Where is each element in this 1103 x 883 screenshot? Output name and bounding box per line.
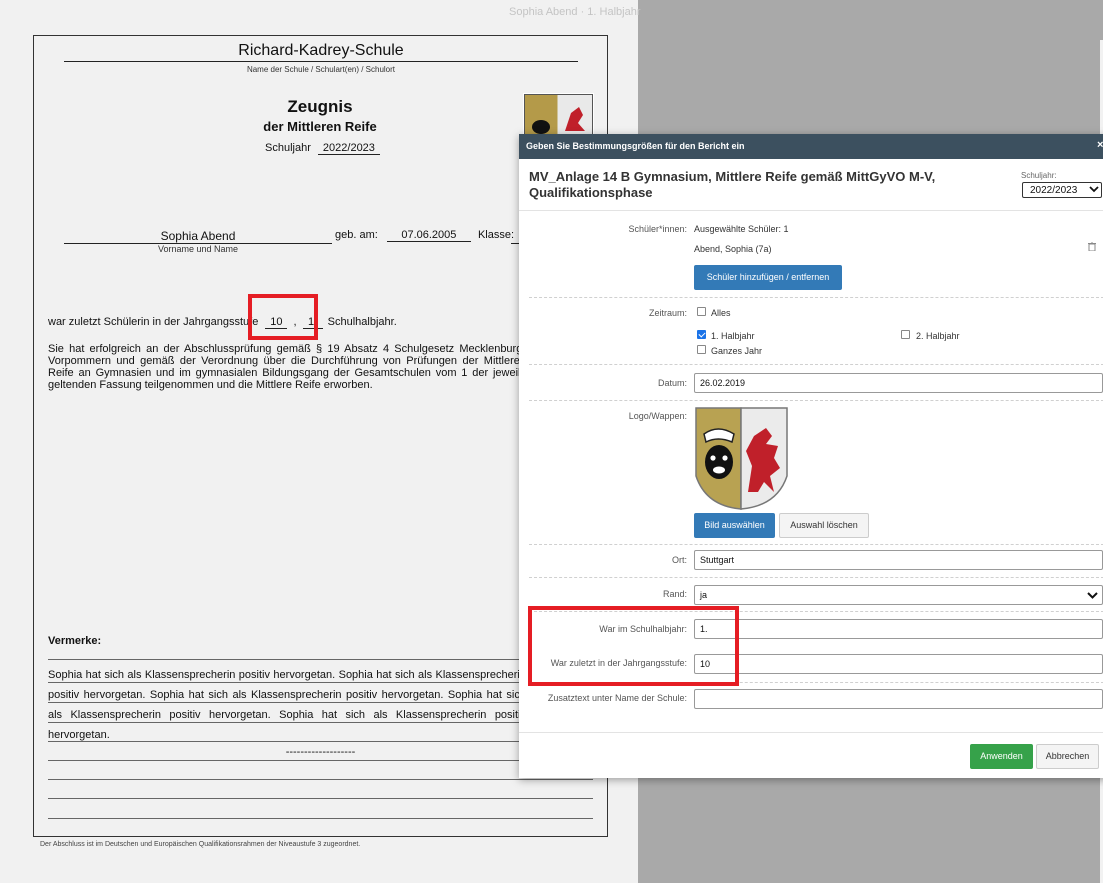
dialog-title: MV_Anlage 14 B Gymnasium, Mittlere Reife… bbox=[529, 169, 936, 200]
rand-selected-value: ja bbox=[700, 590, 708, 600]
jahrgangsstufe-input[interactable]: 10 bbox=[694, 654, 1103, 674]
schuljahr-value: 2022/2023 bbox=[317, 142, 380, 155]
chevron-down-icon bbox=[1089, 186, 1099, 193]
remarks-line bbox=[48, 741, 593, 742]
zusatztext-label: Zusatztext unter Name der Schule: bbox=[547, 693, 687, 703]
document-schuljahr: Schuljahr 2022/2023 bbox=[265, 142, 380, 155]
schueler-selected-count: Ausgewählte Schüler: 1 bbox=[694, 224, 789, 234]
checkbox-icon[interactable] bbox=[697, 330, 706, 339]
checkbox-icon[interactable] bbox=[901, 330, 910, 339]
dialog-footer-divider bbox=[519, 732, 1103, 733]
dialog-title-divider bbox=[519, 210, 1103, 211]
schueler-label: Schüler*innen: bbox=[628, 224, 687, 234]
remarks-line bbox=[48, 682, 593, 683]
remarks-line bbox=[48, 722, 593, 723]
chevron-down-icon bbox=[1087, 592, 1098, 599]
datum-label: Datum: bbox=[657, 378, 687, 388]
remarks-line bbox=[48, 818, 593, 819]
cancel-button[interactable]: Abbrechen bbox=[1036, 744, 1099, 769]
jahrgang-sentence: war zuletzt Schülerin in der Jahrgangsst… bbox=[48, 316, 397, 329]
remarks-end-dashes: ------------------- bbox=[285, 746, 356, 758]
remarks-line bbox=[48, 779, 593, 780]
schueler-name: Abend, Sophia (7a) bbox=[694, 244, 772, 254]
zeitraum-label: Zeitraum: bbox=[648, 308, 687, 318]
student-name-caption: Vorname und Name bbox=[157, 244, 239, 254]
section-divider bbox=[529, 577, 1103, 578]
remarks-line bbox=[48, 760, 593, 761]
coat-of-arms-icon bbox=[523, 93, 594, 137]
ort-label: Ort: bbox=[672, 555, 687, 565]
annotation-highlight-document bbox=[248, 294, 318, 340]
klasse-label: Klasse: bbox=[477, 229, 515, 241]
section-divider bbox=[529, 297, 1103, 298]
annotation-highlight-dialog bbox=[528, 606, 739, 686]
school-name-caption: Name der Schule / Schulart(en) / Schulor… bbox=[246, 65, 396, 74]
section-divider bbox=[529, 364, 1103, 365]
zeitraum-alles-label: Alles bbox=[711, 308, 731, 318]
datum-input[interactable]: 26.02.2019 bbox=[694, 373, 1103, 393]
zeitraum-ganzes-jahr-label: Ganzes Jahr bbox=[711, 346, 763, 356]
checkbox-icon[interactable] bbox=[697, 345, 706, 354]
schuljahr-label: Schuljahr: bbox=[1021, 171, 1057, 180]
remarks-label: Vermerke: bbox=[48, 635, 102, 647]
rand-select[interactable]: ja bbox=[694, 585, 1103, 605]
birthdate-label: geb. am: bbox=[335, 229, 378, 241]
add-remove-students-button[interactable]: Schüler hinzufügen / entfernen bbox=[694, 265, 842, 290]
schuljahr-selected-value: 2022/2023 bbox=[1030, 185, 1078, 196]
rand-label: Rand: bbox=[662, 589, 687, 599]
jahrgang-prefix: war zuletzt Schülerin in der Jahrgangsst… bbox=[48, 316, 259, 328]
zeitraum-halbjahr1-label: 1. Halbjahr bbox=[711, 331, 755, 341]
document-title: Zeugnis bbox=[287, 97, 353, 116]
document-subtitle: der Mittleren Reife bbox=[263, 119, 377, 134]
ort-input[interactable]: Stuttgart bbox=[694, 550, 1103, 570]
coat-of-arms-icon bbox=[695, 407, 788, 510]
birthdate-value: 07.06.2005 bbox=[386, 229, 471, 242]
select-image-button[interactable]: Bild auswählen bbox=[694, 513, 775, 538]
checkbox-icon[interactable] bbox=[697, 307, 706, 316]
section-divider bbox=[529, 400, 1103, 401]
remarks-top-line bbox=[48, 659, 593, 660]
birthdate-row: geb. am: 07.06.2005 Klasse: bbox=[335, 229, 514, 242]
schulhalbjahr-input[interactable]: 1. bbox=[694, 619, 1103, 639]
dialog-header: Geben Sie Bestimmungsgrößen für den Beri… bbox=[519, 134, 1103, 159]
zusatztext-input[interactable] bbox=[694, 689, 1103, 709]
page-header-tag: Sophia Abend · 1. Halbjahr bbox=[509, 6, 641, 18]
zeitraum-halbjahr2-label: 2. Halbjahr bbox=[916, 331, 960, 341]
schuljahr-select[interactable]: 2022/2023 bbox=[1022, 182, 1102, 198]
close-icon[interactable]: × bbox=[1097, 139, 1103, 151]
trash-icon[interactable] bbox=[1088, 242, 1096, 251]
jahrgang-suffix: Schulhalbjahr. bbox=[327, 316, 397, 328]
certificate-body-text: Sie hat erfolgreich an der Abschlussprüf… bbox=[48, 343, 526, 391]
student-name: Sophia Abend bbox=[64, 229, 332, 244]
document-footnote: Der Abschluss ist im Deutschen und Europ… bbox=[40, 841, 361, 848]
remarks-text: Sophia hat sich als Klassensprecherin po… bbox=[48, 669, 526, 741]
school-name: Richard-Kadrey-Schule bbox=[64, 42, 578, 62]
apply-button[interactable]: Anwenden bbox=[970, 744, 1033, 769]
clear-image-button[interactable]: Auswahl löschen bbox=[779, 513, 869, 538]
section-divider bbox=[529, 544, 1103, 545]
schuljahr-label: Schuljahr bbox=[265, 142, 311, 154]
remarks-line bbox=[48, 798, 593, 799]
logo-label: Logo/Wappen: bbox=[628, 411, 687, 421]
remarks-line bbox=[48, 702, 593, 703]
